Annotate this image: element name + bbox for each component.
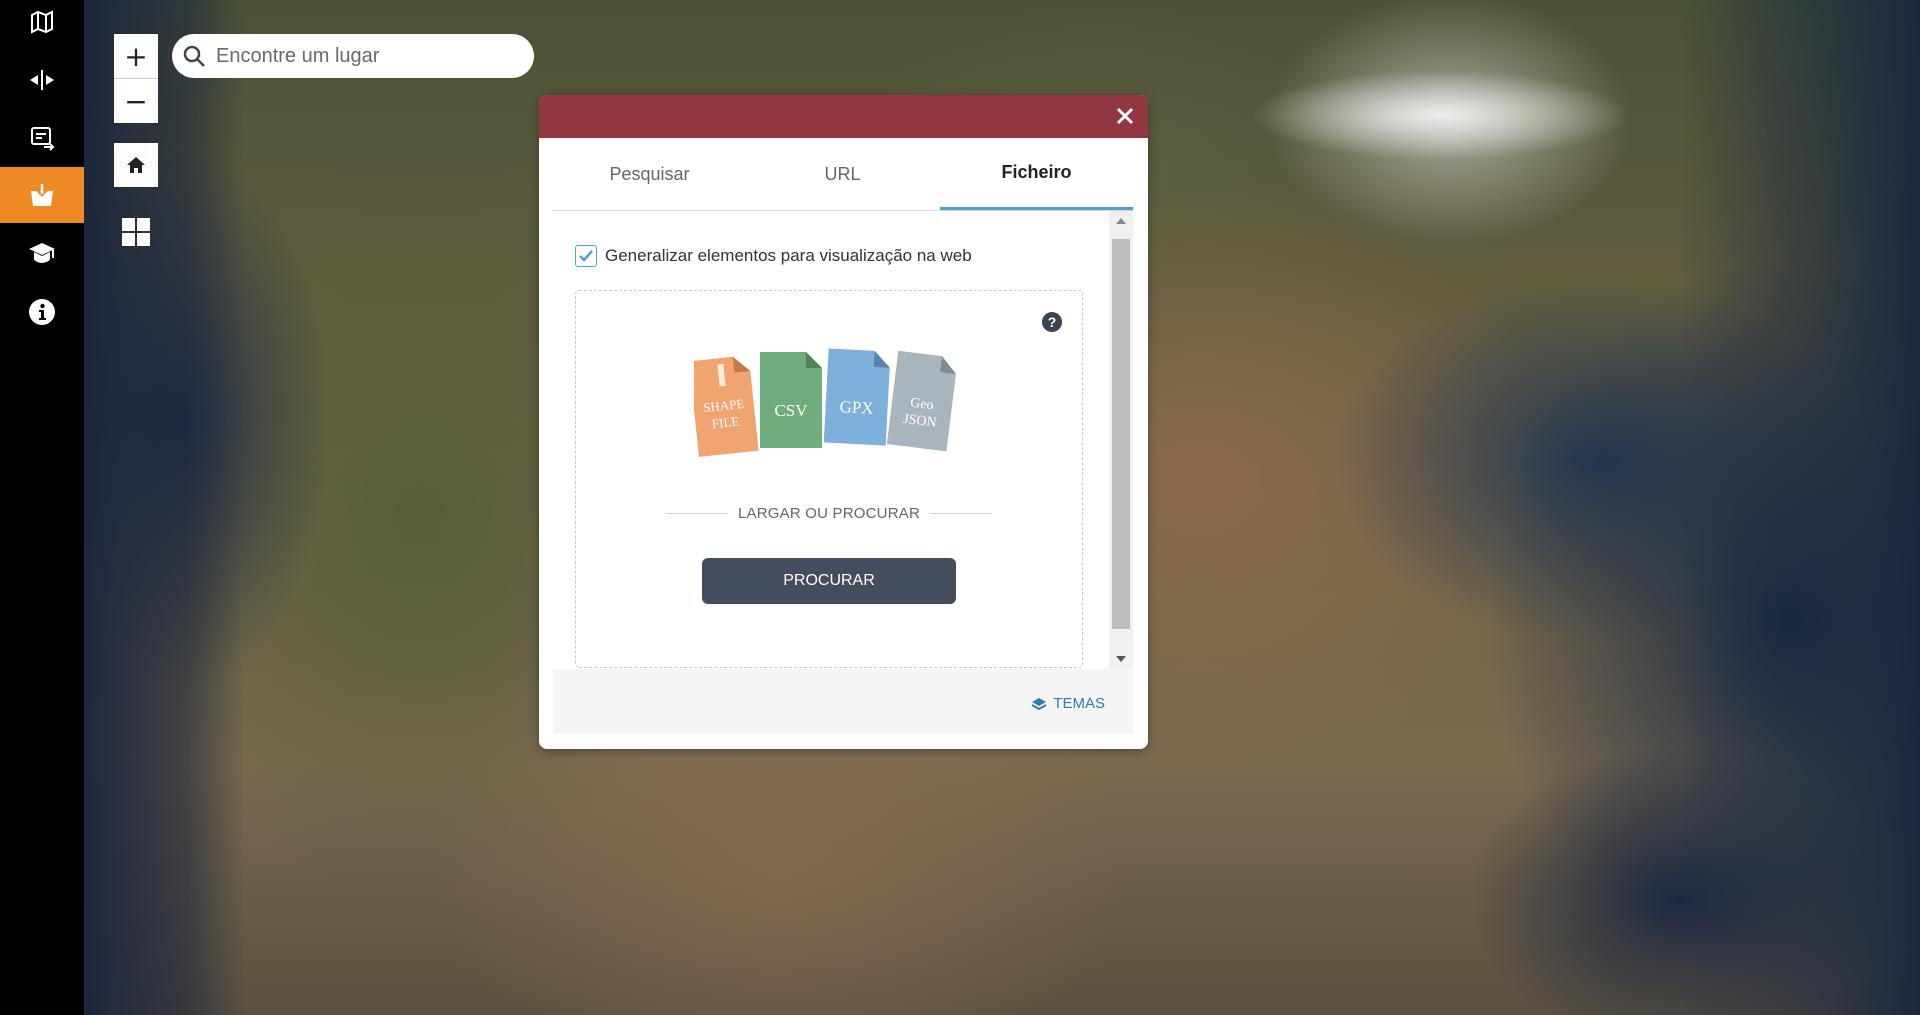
home-button[interactable] <box>114 143 158 187</box>
content-scrollbar[interactable] <box>1109 211 1133 669</box>
search-input[interactable] <box>214 43 518 69</box>
file-types-illustration: SHAPEFILE CSV GPX GeoJSON <box>694 348 956 457</box>
file-dropzone[interactable]: ? SHAPEFILE CSV GPX GeoJSON LARGAR OU PR… <box>575 290 1083 668</box>
tab-url[interactable]: URL <box>746 138 939 210</box>
left-sidebar <box>0 0 84 1015</box>
tab-search[interactable]: Pesquisar <box>553 138 746 210</box>
generalize-option[interactable]: Generalizar elementos para visualização … <box>575 245 972 267</box>
layers-icon <box>1031 697 1047 710</box>
shapefile-file-icon: SHAPEFILE <box>694 356 759 457</box>
add-data-dialog: Pesquisar URL Ficheiro Generalizar eleme… <box>539 95 1148 749</box>
gpx-file-icon: GPX <box>823 348 890 446</box>
search-box <box>172 34 534 78</box>
themes-link[interactable]: TEMAS <box>1031 695 1105 712</box>
scroll-thumb[interactable] <box>1112 239 1130 629</box>
drop-text: LARGAR OU PROCURAR <box>738 504 920 522</box>
scroll-down-button[interactable] <box>1109 649 1133 669</box>
divider-line-left <box>666 512 729 514</box>
education-button[interactable] <box>0 225 84 281</box>
tab-bar: Pesquisar URL Ficheiro <box>553 138 1133 211</box>
print-export-icon <box>31 127 55 151</box>
close-icon <box>1116 107 1134 125</box>
file-type-label-csv: CSV <box>774 401 808 420</box>
chevron-down-icon <box>1116 656 1126 662</box>
themes-link-label: TEMAS <box>1053 695 1105 712</box>
add-data-icon <box>31 184 53 206</box>
generalize-checkbox[interactable] <box>575 245 597 267</box>
map-gallery-button[interactable] <box>0 0 84 44</box>
tab-file[interactable]: Ficheiro <box>940 138 1133 210</box>
chevron-up-icon <box>1116 218 1126 224</box>
csv-file-icon: CSV <box>760 352 822 448</box>
generalize-label: Generalizar elementos para visualização … <box>605 246 972 265</box>
map-gallery-icon <box>31 10 53 34</box>
geojson-file-icon: GeoJSON <box>886 350 956 452</box>
drop-or-browse-divider: LARGAR OU PROCURAR <box>666 503 992 523</box>
file-tab-content: Generalizar elementos para visualização … <box>553 211 1109 669</box>
education-icon <box>29 243 55 263</box>
map-water-west <box>84 0 244 1015</box>
scroll-up-button[interactable] <box>1109 211 1133 231</box>
svg-text:?: ? <box>1048 314 1057 330</box>
basemap-gallery-icon[interactable] <box>122 218 150 246</box>
zoom-in-button[interactable]: + <box>114 34 158 78</box>
map-snow-area <box>1250 70 1630 160</box>
add-data-button[interactable] <box>0 167 84 223</box>
info-icon <box>29 299 55 325</box>
dialog-header <box>539 95 1148 138</box>
compare-button[interactable] <box>0 52 84 108</box>
info-button[interactable] <box>0 284 84 340</box>
divider-line-right <box>929 512 992 514</box>
compare-icon <box>30 70 54 90</box>
browse-button[interactable]: PROCURAR <box>702 558 956 604</box>
zoom-out-button[interactable]: − <box>114 79 158 123</box>
checkmark-icon <box>579 250 593 262</box>
search-icon[interactable] <box>182 44 206 68</box>
close-button[interactable] <box>1110 101 1140 131</box>
dialog-body: Pesquisar URL Ficheiro Generalizar eleme… <box>553 138 1133 734</box>
file-type-label-gpx: GPX <box>839 397 874 418</box>
print-export-button[interactable] <box>0 110 84 166</box>
home-icon <box>127 157 145 173</box>
help-icon[interactable]: ? <box>1041 311 1063 333</box>
map-water-east <box>1680 0 1920 1015</box>
dialog-footer: TEMAS <box>553 673 1133 734</box>
